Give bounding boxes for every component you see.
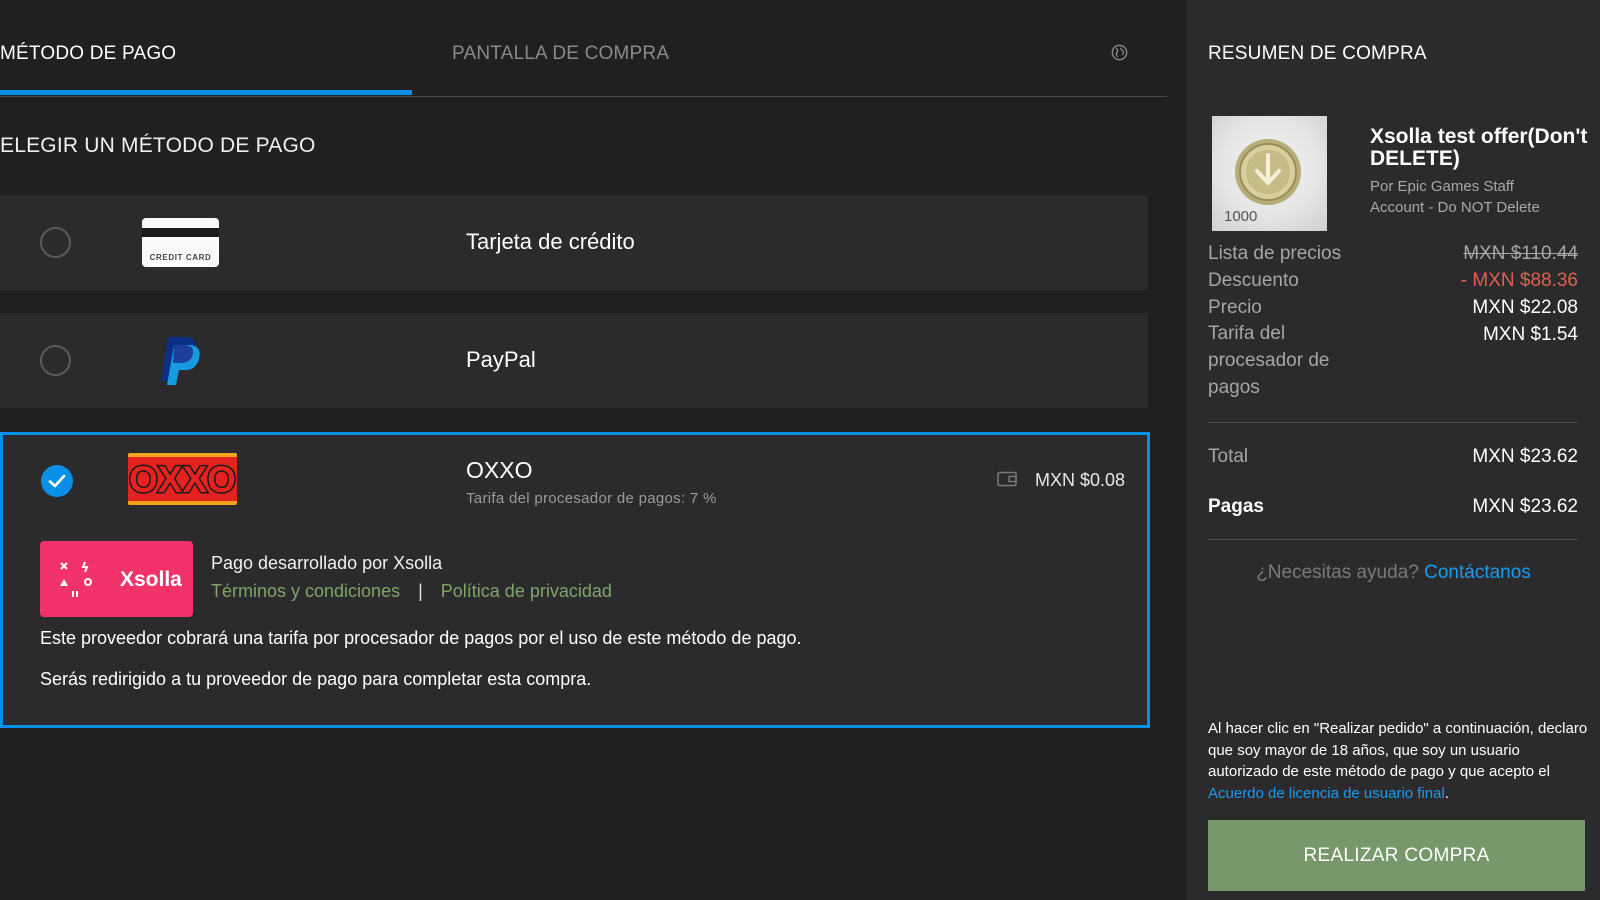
processor-fee-label: Tarifa del procesador de pagos (1208, 323, 1330, 398)
radio-credit-card[interactable] (40, 227, 71, 258)
tab-bar: MÉTODO DE PAGO PANTALLA DE COMPRA (0, 0, 1167, 97)
payment-option-credit-card[interactable]: CREDIT CARD Tarjeta de crédito (0, 195, 1148, 290)
xsolla-logo: Xsolla (40, 541, 193, 617)
place-order-button[interactable]: REALIZAR COMPRA (1208, 820, 1585, 891)
xsolla-wordmark: Xsolla (120, 568, 182, 591)
list-price-value: MXN $110.44 (1463, 243, 1578, 264)
legal-end: . (1444, 784, 1449, 802)
credit-card-label: Tarjeta de crédito (466, 229, 635, 254)
paypal-label: PayPal (466, 347, 536, 372)
product-seller: Por Epic Games Staff Account - Do NOT De… (1370, 178, 1540, 216)
payment-panel: MÉTODO DE PAGO PANTALLA DE COMPRA ELEGIR… (0, 0, 1187, 900)
credit-card-logo-text: CREDIT CARD (149, 253, 212, 262)
purchase-summary-panel: RESUMEN DE COMPRA 1000 Xsolla test offer… (1187, 0, 1600, 900)
help-line: ¿Necesitas ayuda? Contáctanos (1187, 562, 1600, 584)
paypal-logo (161, 337, 200, 385)
card-stripe (142, 228, 219, 237)
summary-title: RESUMEN DE COMPRA (1208, 43, 1427, 64)
oxxo-fee-text: Tarifa del procesador de pagos: 7 % (466, 490, 717, 507)
summary-divider-bottom (1208, 539, 1578, 540)
choose-method-heading: ELEGIR UN MÉTODO DE PAGO (0, 134, 316, 157)
list-price-label: Lista de precios (1208, 243, 1342, 264)
privacy-link[interactable]: Política de privacidad (441, 581, 612, 601)
fee-notice: Este proveedor cobrará una tarifa por pr… (40, 628, 802, 648)
contact-link[interactable]: Contáctanos (1424, 562, 1531, 583)
active-tab-indicator (0, 90, 412, 95)
oxxo-logo: OXXO OXXO (128, 453, 237, 505)
terms-link[interactable]: Términos y condiciones (211, 581, 400, 601)
processor-fee-value: MXN $1.54 (1482, 324, 1578, 345)
radio-oxxo-checked[interactable] (41, 465, 73, 497)
wallet-icon (997, 471, 1017, 487)
payment-option-oxxo[interactable]: OXXO OXXO OXXO Tarifa del procesador de … (0, 432, 1150, 728)
oxxo-fee-amount: MXN $0.08 (1035, 470, 1126, 490)
tab-payment-method[interactable]: MÉTODO DE PAGO (0, 43, 176, 65)
radio-paypal[interactable] (40, 345, 71, 376)
price-label: Precio (1208, 297, 1262, 318)
credit-card-icon: CREDIT CARD (142, 218, 219, 267)
powered-by-text: Pago desarrollado por Xsolla (211, 553, 443, 573)
product-quantity: 1000 (1224, 208, 1258, 225)
coin-icon (1235, 139, 1301, 205)
globe-icon[interactable] (1111, 44, 1128, 61)
total-value: MXN $23.62 (1472, 446, 1578, 467)
xsolla-glyphs-icon (60, 561, 92, 597)
eula-link[interactable]: Acuerdo de licencia de usuario final (1208, 785, 1445, 802)
paid-label: Pagas (1208, 496, 1264, 517)
discount-label: Descuento (1208, 270, 1299, 291)
legal-text: Al hacer clic en "Realizar pedido" a con… (1208, 720, 1588, 780)
oxxo-logo-text-fill: OXXO (129, 459, 236, 500)
link-separator: | (418, 581, 423, 601)
tab-purchase-screen[interactable]: PANTALLA DE COMPRA (452, 43, 669, 65)
summary-divider (1208, 422, 1578, 423)
discount-value: - MXN $88.36 (1460, 270, 1578, 291)
oxxo-label: OXXO (466, 457, 533, 483)
redirect-notice: Serás redirigido a tu proveedor de pago … (40, 669, 592, 689)
price-value: MXN $22.08 (1472, 297, 1578, 318)
paid-value: MXN $23.62 (1472, 496, 1578, 517)
product-name: Xsolla test offer(Don't DELETE) (1370, 125, 1588, 170)
check-icon (48, 474, 66, 488)
provider-links: Términos y condiciones | Política de priva… (211, 581, 612, 602)
legal-notice: Al hacer clic en "Realizar pedido" a con… (1208, 718, 1588, 804)
help-text: ¿Necesitas ayuda? (1256, 562, 1419, 583)
product-thumbnail: 1000 (1212, 116, 1327, 231)
total-label: Total (1208, 446, 1249, 467)
payment-option-paypal[interactable]: PayPal (0, 313, 1148, 408)
